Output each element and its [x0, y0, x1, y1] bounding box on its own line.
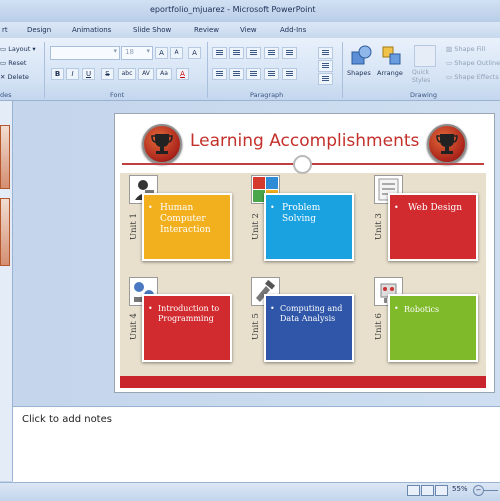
title-divider-circle — [293, 155, 312, 174]
align-right-button[interactable] — [246, 68, 261, 80]
tab-design[interactable]: Design — [27, 26, 51, 34]
font-color-button[interactable]: A — [176, 68, 189, 80]
drawing-group-label: Drawing — [410, 91, 438, 99]
bold-button[interactable]: B — [51, 68, 64, 80]
slide-thumbnail[interactable] — [0, 198, 10, 266]
columns-button[interactable] — [282, 68, 297, 80]
group-separator — [207, 42, 208, 98]
trophy-icon — [142, 124, 182, 164]
shrink-font-button[interactable]: A — [170, 47, 183, 59]
slide-sorter-button[interactable] — [421, 485, 434, 496]
shapes-button[interactable]: Shapes — [347, 69, 371, 77]
slide-show-button[interactable] — [435, 485, 448, 496]
align-text-button[interactable] — [318, 60, 333, 72]
align-center-button[interactable] — [229, 68, 244, 80]
justify-button[interactable] — [264, 68, 279, 80]
quick-styles-button[interactable]: Quick Styles — [412, 69, 438, 85]
tab-add-ins[interactable]: Add-Ins — [280, 26, 306, 34]
unit-4-box[interactable]: • Introduction to Programming — [142, 294, 232, 362]
group-separator — [342, 42, 343, 98]
zoom-slider[interactable] — [484, 490, 498, 491]
notes-placeholder[interactable]: Click to add notes — [22, 414, 112, 425]
change-case-button[interactable]: Aa — [156, 68, 172, 80]
text-direction-button[interactable] — [318, 47, 333, 59]
tab-animations[interactable]: Animations — [72, 26, 111, 34]
group-separator — [44, 42, 45, 98]
character-spacing-button[interactable]: AV — [138, 68, 154, 80]
ribbon-tab-strip: rt Design Animations Slide Show Review V… — [0, 22, 500, 38]
strikethrough-button[interactable]: S — [101, 68, 114, 80]
chevron-down-icon: ▾ — [146, 47, 150, 55]
bullet: • — [148, 304, 153, 313]
zoom-level[interactable]: 55% — [452, 485, 468, 493]
decrease-indent-button[interactable] — [246, 47, 261, 59]
unit-3-box[interactable]: • Web Design — [388, 193, 478, 261]
slides-group-label: des — [0, 91, 12, 99]
shape-effects-button[interactable]: ▭ Shape Effects — [446, 73, 499, 81]
unit-4-label: Unit 4 — [129, 313, 139, 340]
bullet: • — [394, 203, 399, 212]
trophy-icon — [427, 124, 467, 164]
tab-slide-show[interactable]: Slide Show — [133, 26, 171, 34]
unit-4-text: Introduction to Programming — [158, 304, 220, 323]
shape-outline-button[interactable]: ▭ Shape Outline — [446, 59, 500, 67]
clear-formatting-button[interactable]: A — [188, 47, 201, 59]
normal-view-button[interactable] — [407, 485, 420, 496]
tab-insert[interactable]: rt — [2, 26, 8, 34]
unit-2-label: Unit 2 — [251, 213, 261, 240]
unit-1-label: Unit 1 — [129, 213, 139, 240]
window-title: eportfolio_mjuarez - Microsoft PowerPoin… — [150, 5, 316, 14]
italic-button[interactable]: I — [66, 68, 79, 80]
chevron-down-icon: ▾ — [113, 47, 117, 55]
unit-2-box[interactable]: • Problem Solving — [264, 193, 354, 261]
line-spacing-button[interactable] — [282, 47, 297, 59]
smartart-button[interactable] — [318, 73, 333, 85]
bullet: • — [270, 304, 275, 313]
grow-font-button[interactable]: A — [155, 47, 168, 59]
tab-view[interactable]: View — [240, 26, 257, 34]
unit-3-text: Web Design — [408, 203, 463, 213]
unit-1-box[interactable]: • Human Computer Interaction — [142, 193, 232, 261]
bullets-button[interactable] — [212, 47, 227, 59]
paragraph-group-label: Paragraph — [250, 91, 284, 99]
unit-5-box[interactable]: • Computing and Data Analysis — [264, 294, 354, 362]
underline-button[interactable]: U — [82, 68, 95, 80]
slide-footer-bar — [120, 376, 486, 388]
zoom-out-icon[interactable]: − — [473, 485, 484, 496]
title-bar: eportfolio_mjuarez - Microsoft PowerPoin… — [0, 0, 500, 22]
tab-review[interactable]: Review — [194, 26, 219, 34]
unit-3-label: Unit 3 — [374, 213, 384, 240]
unit-6-box[interactable]: • Robotics — [388, 294, 478, 362]
unit-1-text: Human Computer Interaction — [160, 203, 211, 235]
bullet: • — [148, 203, 153, 212]
align-left-button[interactable] — [212, 68, 227, 80]
bullet: • — [270, 203, 275, 212]
shape-fill-button[interactable]: ▨ Shape Fill — [446, 45, 485, 53]
font-name-select[interactable]: ▾ — [50, 46, 120, 60]
arrange-icon — [381, 45, 403, 67]
slide-thumbnail[interactable] — [0, 125, 10, 189]
arrange-button[interactable]: Arrange — [377, 69, 403, 77]
unit-6-label: Unit 6 — [374, 313, 384, 340]
font-size-select[interactable]: 18 ▾ — [121, 46, 153, 60]
layout-button[interactable]: ▭ Layout ▾ — [0, 45, 36, 53]
unit-5-text: Computing and Data Analysis — [280, 304, 343, 323]
increase-indent-button[interactable] — [264, 47, 279, 59]
unit-6-text: Robotics — [404, 305, 440, 314]
unit-5-label: Unit 5 — [251, 313, 261, 340]
font-group-label: Font — [110, 91, 125, 99]
reset-button[interactable]: ▭ Reset — [0, 59, 26, 67]
unit-2-text: Problem Solving — [282, 203, 321, 224]
shapes-icon — [351, 45, 373, 67]
text-shadow-button[interactable]: abc — [118, 68, 136, 80]
numbering-button[interactable] — [229, 47, 244, 59]
bullet: • — [394, 304, 399, 313]
delete-button[interactable]: ✕ Delete — [0, 73, 29, 81]
slide-title[interactable]: Learning Accomplishments — [190, 131, 419, 151]
quick-styles-icon — [414, 45, 436, 67]
